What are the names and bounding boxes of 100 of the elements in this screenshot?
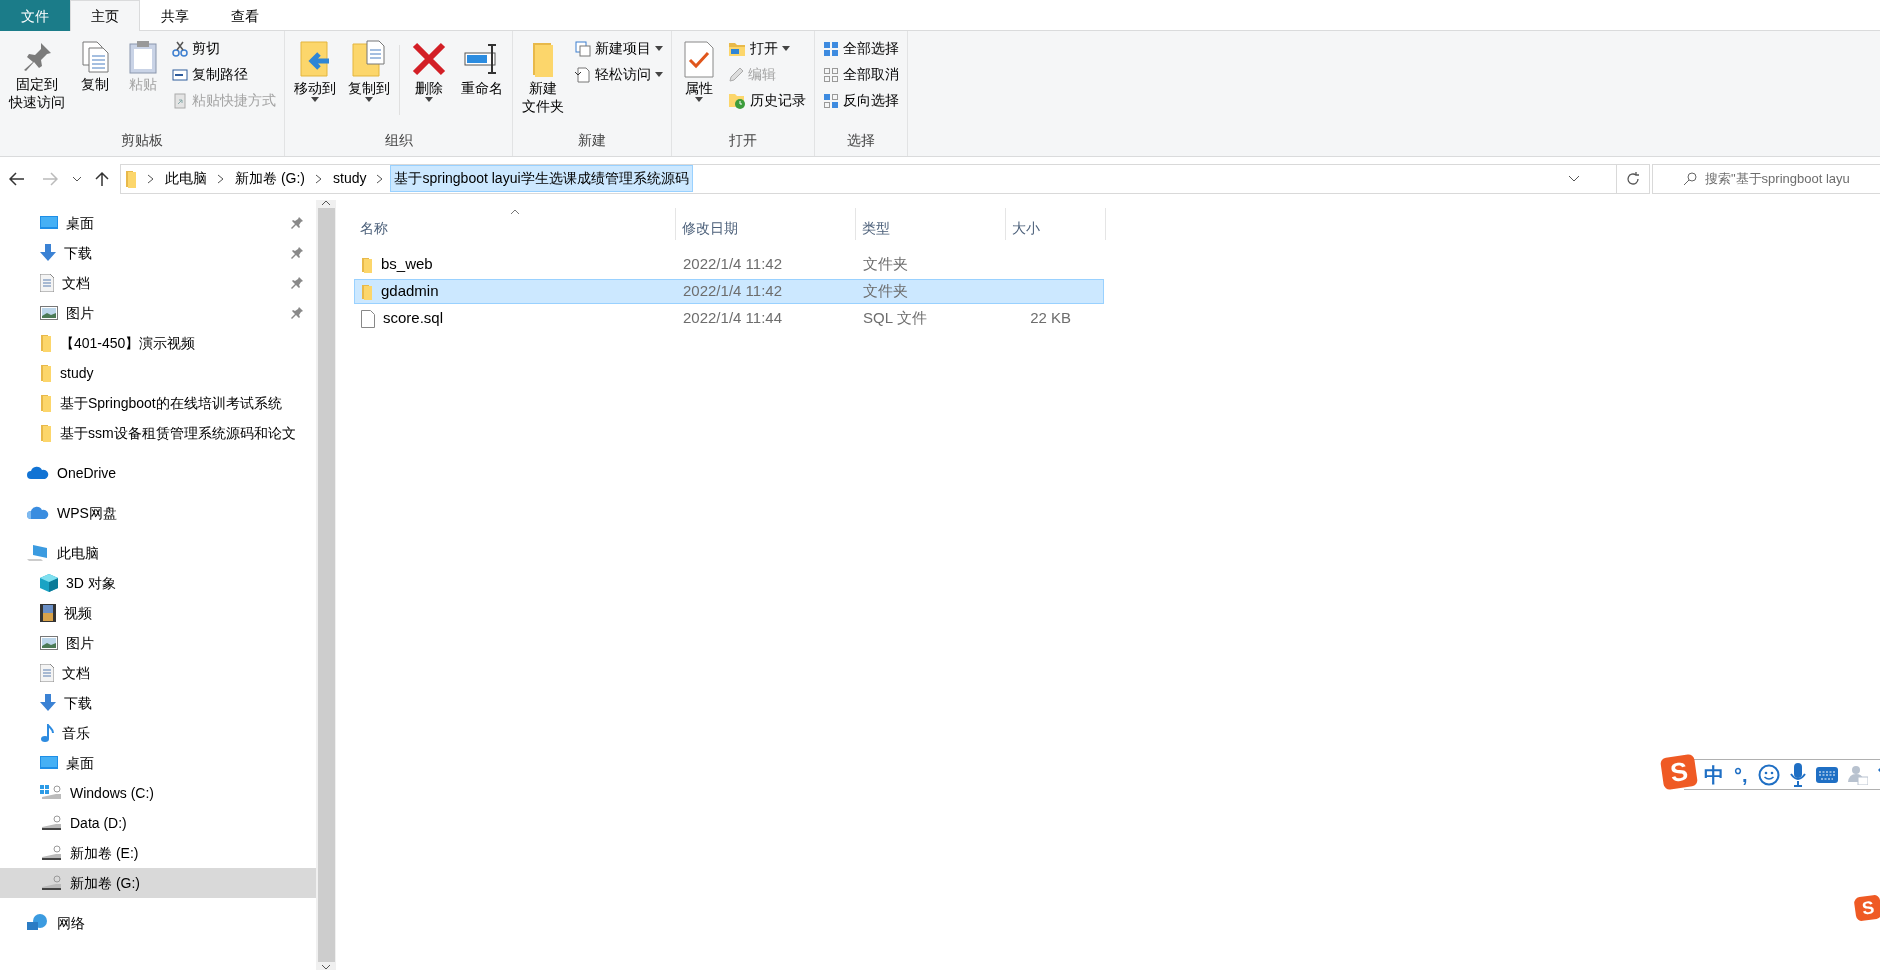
column-header[interactable]: 修改日期: [676, 208, 856, 240]
ribbon-tab[interactable]: 共享: [140, 0, 210, 31]
ribbon-button[interactable]: 反向选择: [821, 89, 901, 112]
nav-item[interactable]: 基于Springboot的在线培训考试系统: [0, 388, 316, 418]
network-icon: [27, 914, 49, 932]
file-type: 文件夹: [862, 254, 909, 275]
ribbon-button[interactable]: 打开: [726, 37, 808, 60]
drive-icon: [40, 785, 62, 801]
nav-item[interactable]: 下载: [0, 238, 316, 268]
invert-selection-icon: [823, 92, 839, 109]
ribbon-button[interactable]: 固定到 快速访问: [6, 37, 68, 114]
caret-icon: [425, 97, 433, 103]
folder-icon: [728, 40, 746, 57]
modified-date: 2022/1/4 11:44: [682, 308, 783, 329]
shortcut-icon: [172, 92, 188, 109]
nav-item[interactable]: 新加卷 (G:): [0, 868, 316, 898]
ribbon-button[interactable]: 移动到: [291, 37, 339, 105]
nav-item[interactable]: 图片: [0, 628, 316, 658]
group-label: 新建: [578, 131, 606, 150]
nav-item[interactable]: 新加卷 (E:): [0, 838, 316, 868]
file-row[interactable]: gdadmin 2022/1/4 11:42 文件夹: [354, 279, 1104, 304]
nav-item[interactable]: 此电脑: [0, 538, 316, 568]
chevron-icon: [315, 173, 323, 184]
pin-icon: [290, 276, 304, 290]
column-header[interactable]: 名称: [354, 208, 676, 240]
group-label: 剪贴板: [121, 131, 163, 150]
pin-icon: [290, 246, 304, 260]
music-note-icon: [40, 724, 54, 742]
select-all-icon: [823, 40, 839, 57]
ribbon-button[interactable]: 新建 文件夹: [519, 37, 567, 118]
keyboard-icon: [1815, 766, 1838, 783]
nav-item[interactable]: 图片: [0, 298, 316, 328]
ribbon-button[interactable]: 复制: [74, 37, 116, 96]
nav-item[interactable]: 基于ssm设备租赁管理系统源码和论文: [0, 418, 316, 448]
scrollbar[interactable]: [316, 200, 336, 970]
ribbon-button[interactable]: 剪切: [170, 37, 278, 60]
nav-item[interactable]: 桌面: [0, 208, 316, 238]
microphone-icon: [1789, 762, 1806, 787]
nav-item[interactable]: 桌面: [0, 748, 316, 778]
refresh-button[interactable]: [1617, 163, 1650, 194]
picture-icon: [40, 636, 58, 650]
nav-item[interactable]: Windows (C:): [0, 778, 316, 808]
caret-icon: [695, 97, 703, 103]
address-bar[interactable]: 此电脑 新加卷 (G:) study 基于springboot layui学生选课成绩管理系统源码: [120, 163, 1617, 194]
file-type: 文件夹: [862, 281, 909, 302]
group-label: 组织: [384, 131, 413, 150]
nav-item[interactable]: 3D 对象: [0, 568, 316, 598]
caret-icon: [365, 97, 373, 103]
cube-icon: [40, 574, 58, 592]
nav-item[interactable]: 网络: [0, 908, 316, 938]
ribbon-button[interactable]: 全部选择: [821, 37, 901, 60]
nav-item[interactable]: 文档: [0, 268, 316, 298]
caret-icon: [311, 97, 319, 103]
nav-item[interactable]: 下载: [0, 688, 316, 718]
folder-icon: [40, 394, 52, 412]
folder-icon: [40, 424, 52, 442]
ribbon-button[interactable]: 属性: [678, 37, 720, 105]
breadcrumb-segment[interactable]: 基于springboot layui学生选课成绩管理系统源码: [390, 165, 693, 192]
download-arrow-icon: [40, 244, 56, 262]
select-none-icon: [823, 66, 839, 83]
column-header[interactable]: 类型: [856, 208, 1006, 240]
pin-icon: [290, 306, 304, 320]
ime-punctuation[interactable]: °,: [1734, 759, 1748, 790]
ribbon-tab[interactable]: 查看: [210, 0, 280, 31]
ribbon-button[interactable]: 新建项目: [573, 37, 665, 60]
ribbon-button[interactable]: 全部取消: [821, 63, 901, 86]
nav-item[interactable]: 【401-450】演示视频: [0, 328, 316, 358]
ime-mode[interactable]: 中: [1704, 759, 1724, 790]
pencil-icon: [728, 66, 744, 83]
column-header[interactable]: 大小: [1006, 208, 1106, 240]
chevron-icon: [147, 173, 155, 184]
breadcrumb-segment[interactable]: study: [329, 165, 371, 192]
ribbon-tab[interactable]: 文件: [0, 0, 70, 31]
file-row[interactable]: bs_web 2022/1/4 11:42 文件夹: [354, 252, 1104, 277]
nav-item[interactable]: OneDrive: [0, 458, 316, 488]
file-row[interactable]: score.sql 2022/1/4 11:44 SQL 文件 22 KB: [354, 306, 1104, 331]
ribbon-tab[interactable]: 主页: [70, 0, 140, 31]
ribbon-button[interactable]: 重命名: [458, 37, 506, 100]
chevron-up-icon: [321, 200, 331, 206]
new-item-icon: [575, 40, 591, 57]
ribbon-button[interactable]: 复制到: [345, 37, 393, 105]
chevron-down-icon: [72, 175, 82, 182]
nav-item[interactable]: 视频: [0, 598, 316, 628]
nav-item[interactable]: 音乐: [0, 718, 316, 748]
file-name: gdadmin: [381, 281, 439, 302]
breadcrumb-segment[interactable]: 新加卷 (G:): [231, 165, 309, 192]
group-label: 打开: [729, 131, 757, 150]
search-field[interactable]: 搜索"基于springboot layu: [1652, 163, 1880, 194]
nav-item[interactable]: 文档: [0, 658, 316, 688]
nav-item[interactable]: WPS网盘: [0, 498, 316, 528]
folder-icon: [40, 364, 52, 382]
nav-item[interactable]: Data (D:): [0, 808, 316, 838]
picture-icon: [40, 306, 58, 320]
breadcrumb-segment[interactable]: 此电脑: [161, 165, 211, 192]
ribbon-button[interactable]: 删除: [406, 37, 452, 105]
ribbon-button[interactable]: 复制路径: [170, 63, 278, 86]
ribbon-button[interactable]: 轻松访问: [573, 63, 665, 86]
cloud-icon: [27, 466, 49, 480]
ribbon-button[interactable]: 历史记录: [726, 89, 808, 112]
nav-item[interactable]: study: [0, 358, 316, 388]
